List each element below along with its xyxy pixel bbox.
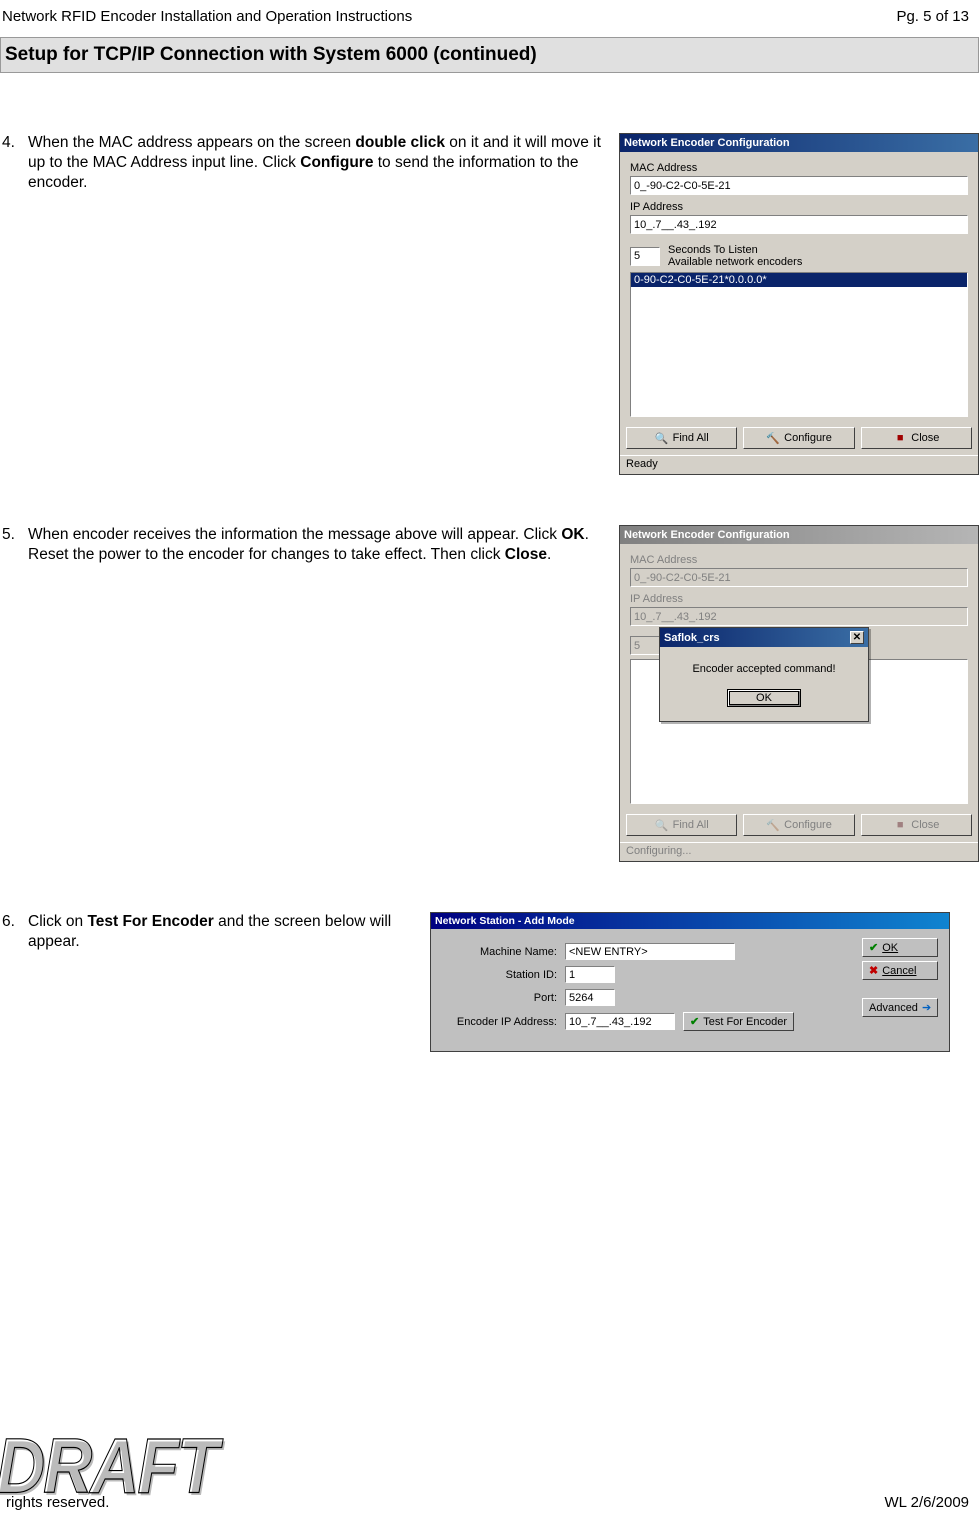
status-bar-configuring: Configuring... xyxy=(620,842,978,861)
binoculars-icon: 🔍 xyxy=(655,818,669,832)
ok-button[interactable]: OK xyxy=(727,689,801,707)
close-icon: ■ xyxy=(893,431,907,445)
messagebox-title: Saflok_crs xyxy=(664,632,720,644)
mac-address-label: MAC Address xyxy=(630,162,968,174)
status-bar: Ready xyxy=(620,455,978,474)
footer-copyright: rights reserved. xyxy=(2,1494,109,1511)
ip-address-label: IP Address xyxy=(630,201,968,213)
seconds-listen-input[interactable] xyxy=(630,247,660,266)
encoder-ip-label: Encoder IP Address: xyxy=(443,1016,565,1028)
cancel-button[interactable]: ✖ Cancel xyxy=(862,961,938,980)
ip-address-input[interactable] xyxy=(630,215,968,234)
binoculars-icon: 🔍 xyxy=(655,431,669,445)
arrow-right-icon: ➔ xyxy=(922,1001,931,1014)
mac-address-input[interactable] xyxy=(630,176,968,195)
ok-button[interactable]: ✔ OK xyxy=(862,938,938,957)
seconds-listen-input-disabled xyxy=(630,636,660,655)
hammer-icon: 🔨 xyxy=(766,818,780,832)
check-icon: ✔ xyxy=(869,941,878,954)
encoder-ip-input[interactable] xyxy=(565,1013,675,1030)
test-for-encoder-button[interactable]: ✔ Test For Encoder xyxy=(683,1012,794,1031)
available-encoders-label: Available network encoders xyxy=(668,256,802,268)
port-input[interactable] xyxy=(565,989,615,1006)
seconds-listen-label: Seconds To Listen xyxy=(668,244,802,256)
machine-name-input[interactable] xyxy=(565,943,735,960)
find-all-button-disabled: 🔍 Find All xyxy=(626,814,737,836)
find-all-button[interactable]: 🔍 Find All xyxy=(626,427,737,449)
doc-title: Network RFID Encoder Installation and Op… xyxy=(2,8,412,25)
step-6-body: Click on Test For Encoder and the screen… xyxy=(28,912,418,952)
step-4-number: 4. xyxy=(0,133,28,153)
station-id-input[interactable] xyxy=(565,966,615,983)
step-4-body: When the MAC address appears on the scre… xyxy=(28,133,607,193)
footer-date: WL 2/6/2009 xyxy=(885,1494,970,1511)
network-station-add-dialog: Network Station - Add Mode Machine Name:… xyxy=(430,912,950,1052)
step-6-number: 6. xyxy=(0,912,28,932)
step-6: 6. Click on Test For Encoder and the scr… xyxy=(0,912,430,952)
section-heading: Setup for TCP/IP Connection with System … xyxy=(0,37,979,73)
station-id-label: Station ID: xyxy=(443,969,565,981)
dialog-titlebar: Network Encoder Configuration xyxy=(620,134,978,152)
mac-address-label: MAC Address xyxy=(630,554,968,566)
close-icon: ■ xyxy=(893,818,907,832)
advanced-button[interactable]: Advanced ➔ xyxy=(862,998,938,1017)
encoders-listbox[interactable]: 0-90-C2-C0-5E-21*0.0.0.0* xyxy=(630,272,968,417)
dialog-titlebar-disabled: Network Encoder Configuration xyxy=(620,526,978,544)
page-indicator: Pg. 5 of 13 xyxy=(896,8,969,25)
ip-address-input-disabled xyxy=(630,607,968,626)
saflok-messagebox: Saflok_crs ✕ Encoder accepted command! O… xyxy=(659,627,869,722)
configure-button[interactable]: 🔨 Configure xyxy=(743,427,854,449)
step-5: 5. When encoder receives the information… xyxy=(0,525,619,565)
step-5-body: When encoder receives the information th… xyxy=(28,525,607,565)
step-4: 4. When the MAC address appears on the s… xyxy=(0,133,619,193)
configure-button-disabled: 🔨 Configure xyxy=(743,814,854,836)
port-label: Port: xyxy=(443,992,565,1004)
close-x-button[interactable]: ✕ xyxy=(850,631,864,644)
step-5-number: 5. xyxy=(0,525,28,545)
mac-address-input-disabled xyxy=(630,568,968,587)
ip-address-label: IP Address xyxy=(630,593,968,605)
dialog6-titlebar: Network Station - Add Mode xyxy=(431,913,949,929)
network-encoder-config-dialog: Network Encoder Configuration MAC Addres… xyxy=(619,133,979,475)
hammer-icon: 🔨 xyxy=(766,431,780,445)
list-item[interactable]: 0-90-C2-C0-5E-21*0.0.0.0* xyxy=(631,273,967,287)
machine-name-label: Machine Name: xyxy=(443,946,565,958)
messagebox-text: Encoder accepted command! xyxy=(670,663,858,675)
x-icon: ✖ xyxy=(869,964,878,977)
close-button-disabled: ■ Close xyxy=(861,814,972,836)
check-icon: ✔ xyxy=(690,1015,699,1028)
close-button[interactable]: ■ Close xyxy=(861,427,972,449)
